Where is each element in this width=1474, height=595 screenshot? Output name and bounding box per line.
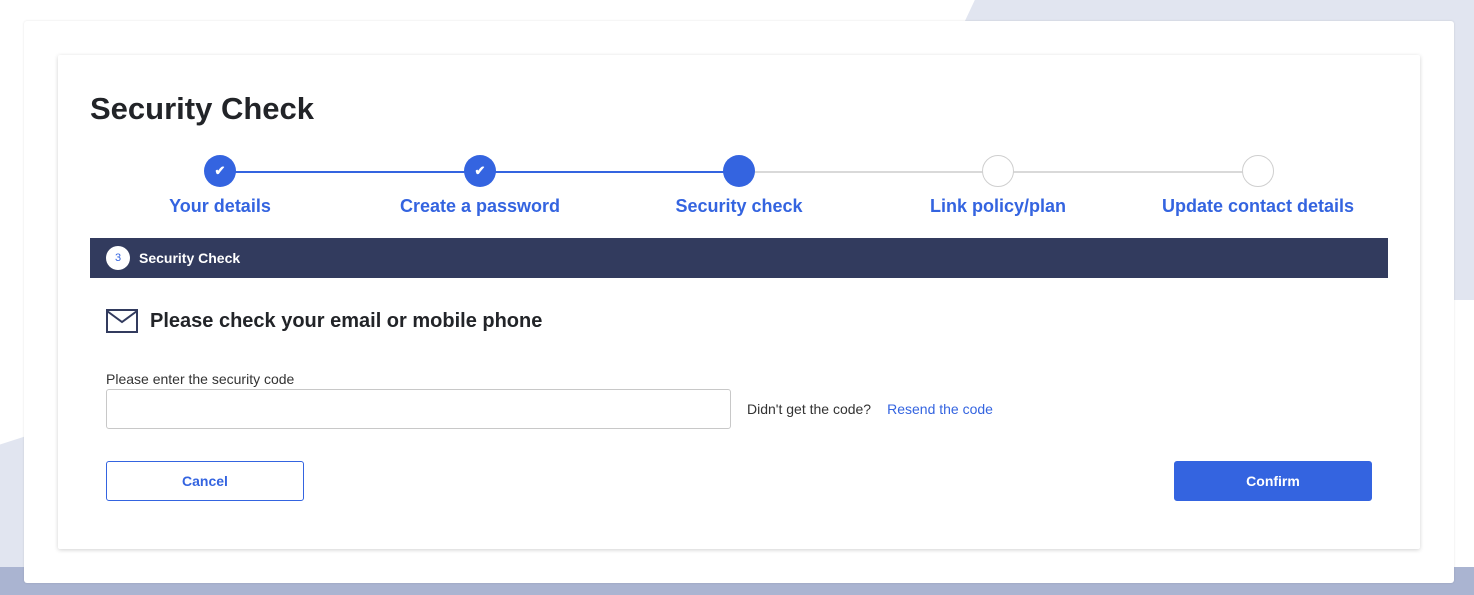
step-label: Update contact details [1161, 196, 1355, 216]
page-title: Security Check [90, 91, 314, 126]
step-complete-circle: ✔ [204, 155, 236, 187]
step-your-details: ✔ Your details [105, 155, 335, 217]
step-label: Your details [169, 196, 271, 216]
security-code-label: Please enter the security code [106, 371, 295, 387]
step-update-contact: Update contact details [1143, 155, 1373, 217]
envelope-icon [106, 309, 138, 333]
step-upcoming-circle [982, 155, 1014, 187]
progress-stepper: ✔ Your details ✔ Create a password Secur… [90, 155, 1388, 219]
step-label: Link policy/plan [929, 196, 1067, 216]
step-create-password: ✔ Create a password [365, 155, 595, 217]
step-current-circle [723, 155, 755, 187]
section-header-bar: 3 Security Check [90, 238, 1388, 278]
step-label: Security check [675, 196, 803, 216]
resend-prompt: Didn't get the code? [747, 401, 872, 417]
cancel-button[interactable]: Cancel [106, 461, 304, 501]
check-icon: ✔ [214, 163, 226, 178]
confirm-button[interactable]: Confirm [1174, 461, 1372, 501]
check-heading: Please check your email or mobile phone [106, 309, 542, 333]
check-heading-text: Please check your email or mobile phone [150, 309, 543, 332]
section-number-badge: 3 [106, 246, 130, 270]
outer-card: Security Check ✔ Your details ✔ Create a… [24, 21, 1454, 583]
step-complete-circle: ✔ [464, 155, 496, 187]
step-security-check: Security check [624, 155, 854, 217]
resend-code-link[interactable]: Resend the code [887, 401, 993, 417]
check-icon: ✔ [474, 163, 486, 178]
security-check-card: Security Check ✔ Your details ✔ Create a… [58, 55, 1420, 549]
security-code-input[interactable] [106, 389, 731, 429]
resend-row: Didn't get the code? Resend the code [747, 391, 993, 427]
step-link-policy: Link policy/plan [883, 155, 1113, 217]
section-title: Security Check [139, 250, 241, 266]
step-label: Create a password [399, 196, 561, 216]
step-upcoming-circle [1242, 155, 1274, 187]
